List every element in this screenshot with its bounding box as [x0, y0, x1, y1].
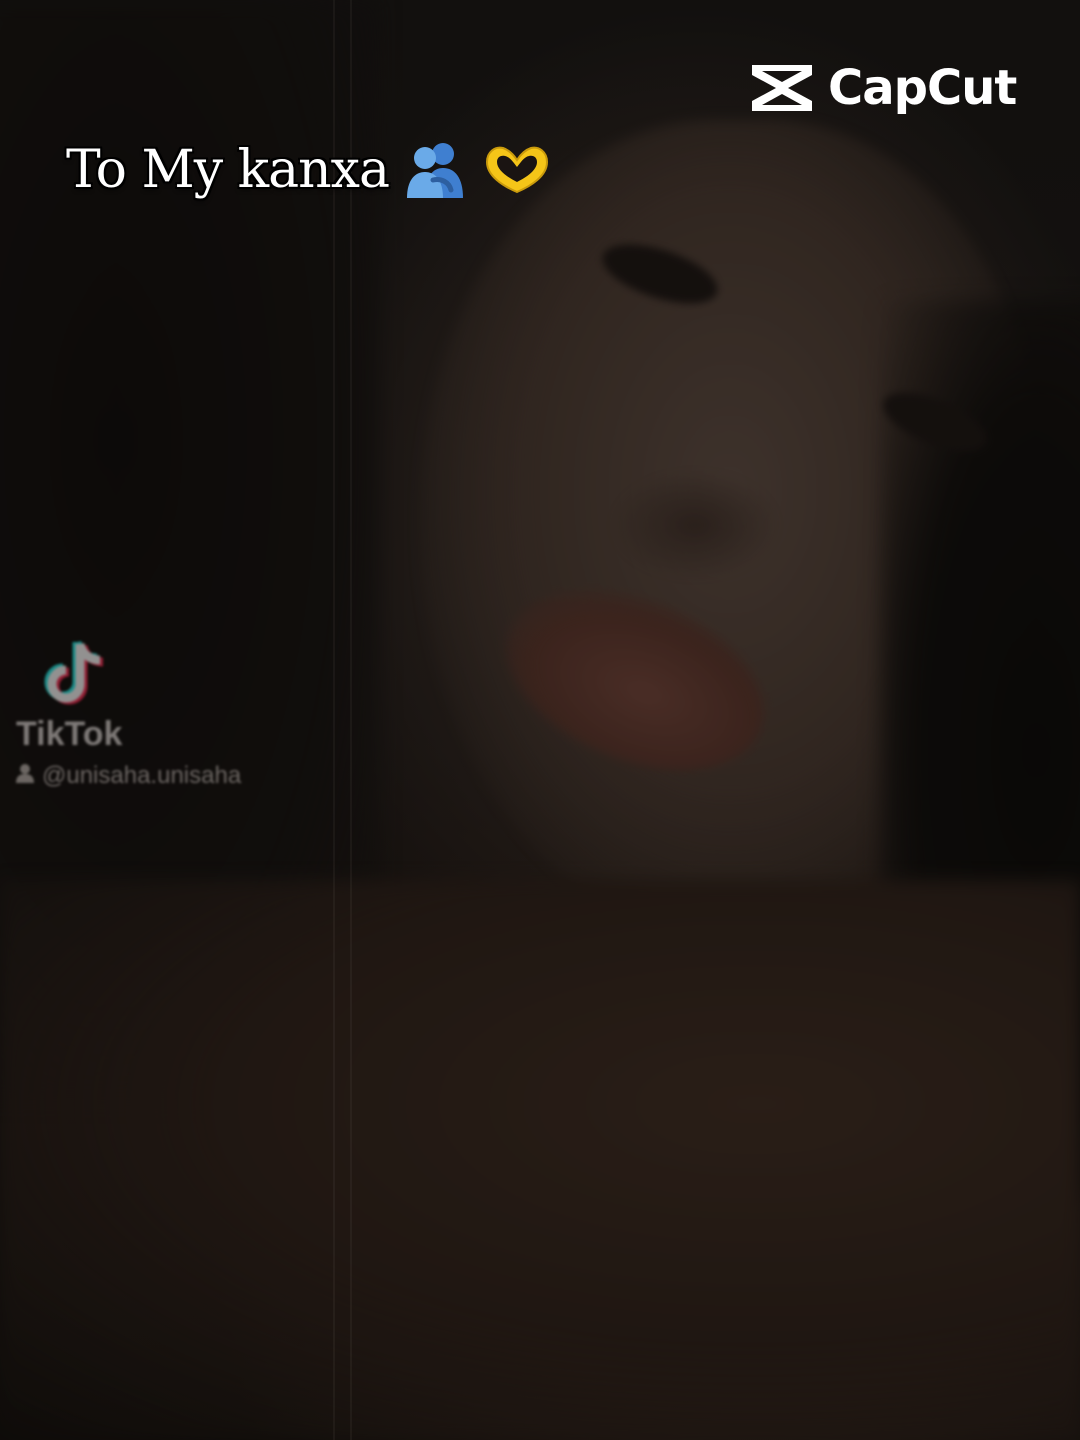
tiktok-username-text: @unisaha.unisaha: [42, 762, 242, 789]
capcut-watermark: CapCut: [748, 60, 1017, 116]
people-hugging-emoji-icon: [403, 140, 467, 200]
capcut-brand-name: CapCut: [828, 60, 1017, 116]
tiktok-username: @unisaha.unisaha: [16, 762, 241, 790]
video-frame: CapCut To My kanxa TikTok @unisaha.unisa…: [0, 0, 1080, 1440]
user-icon: [16, 762, 34, 790]
video-caption: To My kanxa: [66, 140, 553, 200]
tiktok-watermark: TikTok @unisaha.unisaha: [16, 640, 241, 790]
tiktok-note-icon: [42, 640, 241, 711]
heart-hands-emoji-icon: [481, 142, 553, 198]
capcut-logo-icon: [748, 61, 816, 115]
tiktok-brand-name: TikTok: [16, 715, 123, 753]
caption-text: To My kanxa: [66, 140, 390, 200]
